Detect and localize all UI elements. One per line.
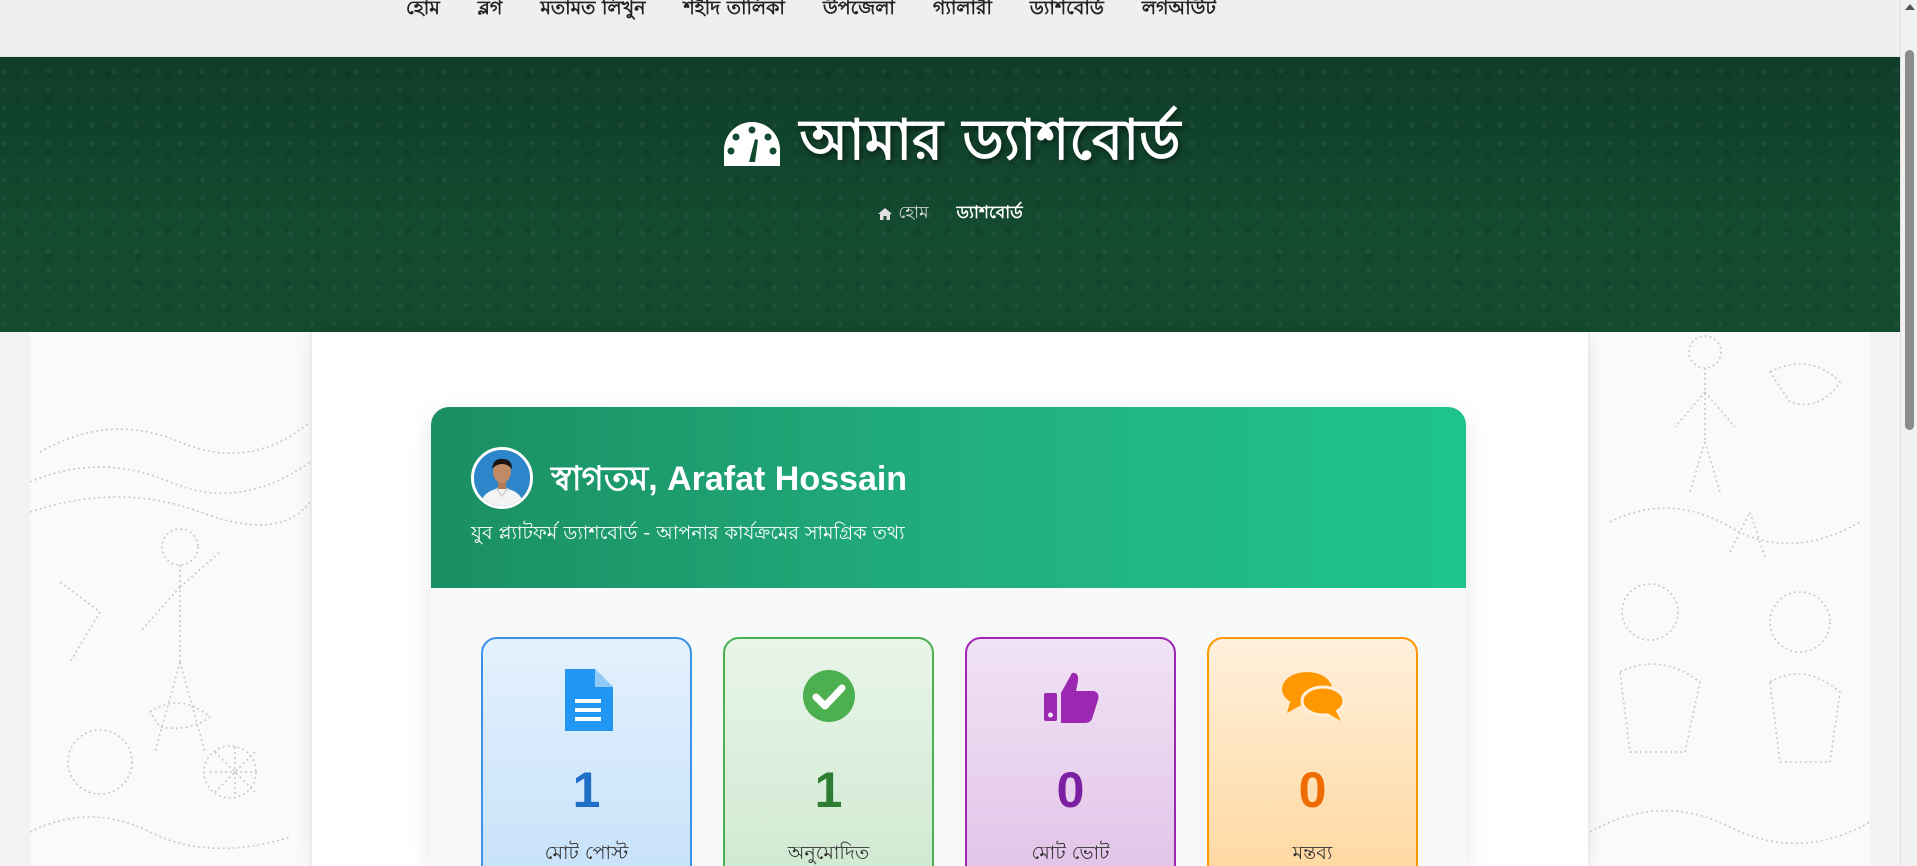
check-circle-icon <box>802 670 855 722</box>
stat-card-approved: 1 অনুমোদিত <box>723 637 934 866</box>
dashboard-card: স্বাগতম, Arafat Hossain যুব প্ল্যাটফর্ম … <box>431 407 1466 866</box>
hero-banner: আমার ড্যাশবোর্ড হোম ড্যাশবোর্ড <box>0 57 1900 332</box>
dashboard-card-header: স্বাগতম, Arafat Hossain যুব প্ল্যাটফর্ম … <box>431 407 1466 588</box>
user-photo <box>474 450 530 506</box>
nav-item-upazila[interactable]: উপজেলা <box>823 0 895 26</box>
welcome-heading: স্বাগতম, Arafat Hossain <box>551 460 908 498</box>
page-title-text: আমার ড্যাশবোর্ড <box>799 108 1181 173</box>
stat-value: 0 <box>1056 762 1085 818</box>
stat-label: মোট পোস্ট <box>544 842 629 864</box>
tachometer-icon <box>723 122 780 166</box>
stat-value: 1 <box>572 762 601 818</box>
nav-menu: হোম ব্লগ মতামত লিখুন শহীদ তালিকা উপজেলা … <box>406 0 1254 26</box>
stat-card-total-posts: 1 মোট পোস্ট <box>481 637 692 866</box>
page-scrollbar[interactable] <box>1900 0 1917 866</box>
stat-label: অনুমোদিত <box>787 842 870 864</box>
top-navigation: হোম ব্লগ মতামত লিখুন শহীদ তালিকা উপজেলা … <box>0 0 1900 57</box>
home-icon <box>878 208 893 220</box>
nav-item-write-opinion[interactable]: মতামত লিখুন <box>540 0 645 26</box>
breadcrumb: হোম ড্যাশবোর্ড <box>0 200 1900 228</box>
breadcrumb-home[interactable]: হোম <box>877 200 929 228</box>
nav-item-logout[interactable]: লগআউট <box>1142 0 1216 26</box>
stat-label: মন্তব্য <box>1292 842 1333 864</box>
stat-label: মোট ভোট <box>1031 842 1110 864</box>
thumbs-up-icon <box>1043 672 1098 723</box>
protest-illustration <box>30 421 310 850</box>
breadcrumb-current: ড্যাশবোর্ড <box>956 203 1023 223</box>
nav-item-blog[interactable]: ব্লগ <box>478 0 503 26</box>
nav-item-martyr-list[interactable]: শহীদ তালিকা <box>683 0 784 26</box>
protest-illustration <box>1590 335 1870 845</box>
left-decorative-art <box>30 332 310 866</box>
hero-overlay <box>0 212 1900 332</box>
scrollbar-thumb[interactable] <box>1905 50 1914 430</box>
nav-item-home[interactable]: হোম <box>406 0 440 26</box>
nav-item-gallery[interactable]: গ্যালারী <box>933 0 992 26</box>
nav-item-dashboard[interactable]: ড্যাশবোর্ড <box>1030 0 1104 26</box>
page-title: আমার ড্যাশবোর্ড <box>0 97 1900 191</box>
scroll-up-arrow-icon[interactable] <box>1905 4 1915 10</box>
stat-card-total-votes: 0 মোট ভোট <box>965 637 1176 866</box>
stat-card-comments: 0 মন্তব্য <box>1207 637 1418 866</box>
welcome-subtitle: যুব প্ল্যাটফর্ম ড্যাশবোর্ড - আপনার কার্য… <box>471 522 905 544</box>
document-icon <box>564 669 613 731</box>
comments-icon <box>1281 672 1345 721</box>
stats-grid: 1 মোট পোস্ট 1 অনুমোদিত 0 মোট ভোট 0 মন্তব… <box>481 637 1418 866</box>
stat-value: 1 <box>814 762 843 818</box>
user-avatar <box>471 447 533 509</box>
right-decorative-art <box>1590 332 1870 866</box>
stat-value: 0 <box>1298 762 1327 818</box>
breadcrumb-home-label: হোম <box>898 203 929 223</box>
